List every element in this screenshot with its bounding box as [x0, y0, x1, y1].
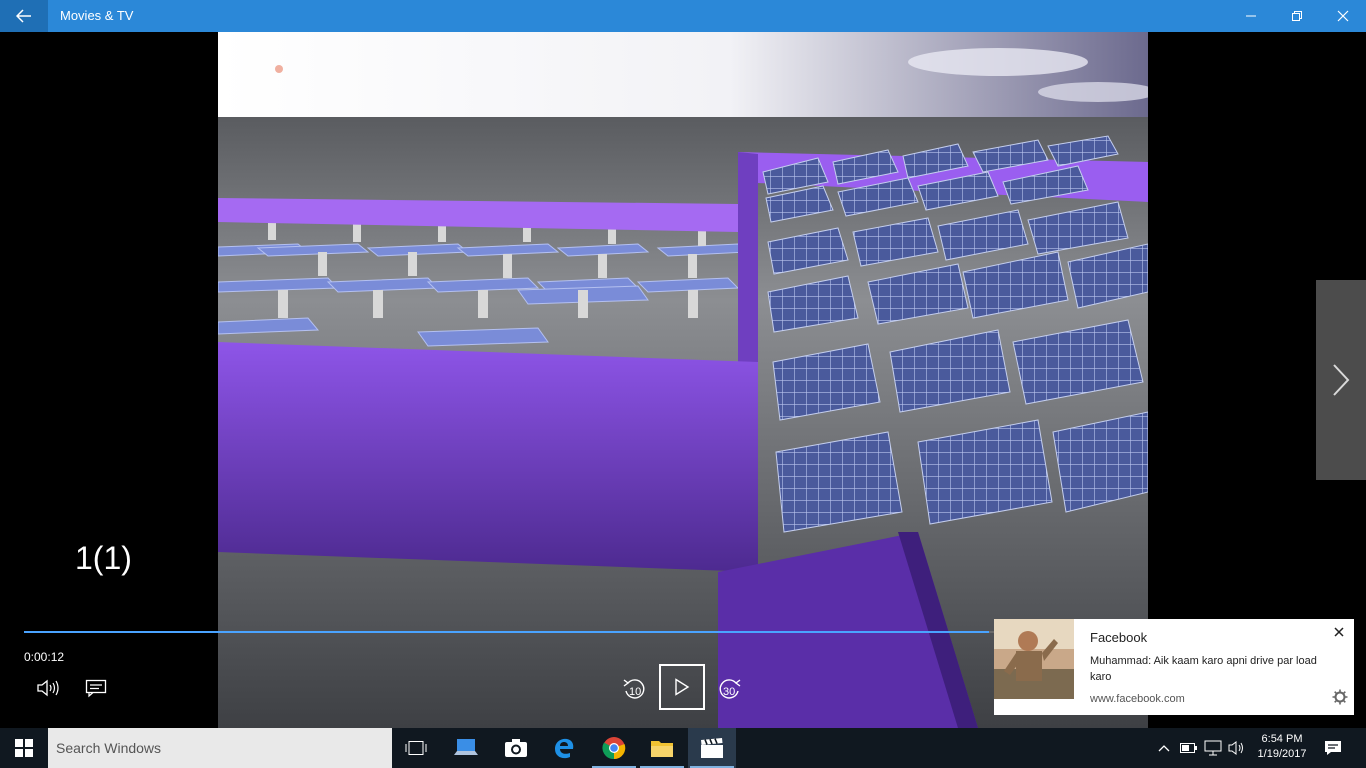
play-icon	[675, 678, 690, 696]
clock-time: 6:54 PM	[1261, 733, 1303, 745]
taskbar-app-movies-tv[interactable]	[688, 728, 736, 768]
volume-tray-button[interactable]	[1226, 728, 1248, 768]
notification-toast[interactable]: Facebook Muhammad: Aik kaam karo apni dr…	[994, 619, 1354, 715]
action-center-button[interactable]	[1318, 728, 1348, 768]
seek-progress	[24, 631, 989, 633]
search-box[interactable]: Search Windows	[48, 728, 392, 768]
action-center-icon	[1325, 741, 1341, 755]
volume-icon	[37, 679, 59, 697]
camera-icon	[505, 739, 527, 757]
task-view-icon	[405, 741, 427, 755]
skip-back-label: 10	[629, 686, 642, 698]
taskbar-app-file-explorer[interactable]	[638, 728, 686, 768]
network-tray-button[interactable]	[1202, 728, 1224, 768]
minimize-button[interactable]	[1228, 0, 1274, 32]
current-time: 0:00:12	[24, 650, 65, 664]
captions-button[interactable]	[82, 674, 110, 702]
search-placeholder: Search Windows	[56, 740, 162, 756]
battery-tray-button[interactable]	[1178, 728, 1200, 768]
skip-forward-button[interactable]: 30	[712, 672, 746, 706]
close-button[interactable]	[1320, 0, 1366, 32]
start-button[interactable]	[0, 728, 48, 768]
close-icon	[1334, 627, 1344, 637]
back-arrow-icon	[16, 9, 31, 23]
next-video-button[interactable]	[1316, 280, 1366, 480]
notification-settings-button[interactable]	[1332, 689, 1348, 710]
task-view-button[interactable]	[392, 728, 440, 768]
video-title: 1(1)	[75, 540, 132, 576]
chrome-icon	[602, 737, 626, 760]
chevron-right-icon	[1333, 364, 1350, 396]
restore-icon	[1292, 11, 1302, 21]
taskbar-app-chrome[interactable]	[590, 728, 638, 768]
folder-icon	[651, 741, 673, 757]
notification-source: www.facebook.com	[1090, 693, 1185, 705]
notification-avatar	[994, 619, 1074, 699]
laptop-icon	[454, 739, 478, 755]
chevron-up-icon	[1158, 745, 1170, 752]
back-button[interactable]	[0, 0, 48, 32]
show-hidden-icons-button[interactable]	[1154, 728, 1174, 768]
notification-close-button[interactable]	[1334, 625, 1344, 640]
close-icon	[1337, 10, 1349, 22]
taskbar-clock[interactable]: 6:54 PM 1/19/2017	[1250, 732, 1314, 762]
volume-button[interactable]	[34, 674, 62, 702]
notification-app-name: Facebook	[1090, 630, 1148, 645]
speaker-icon	[1228, 741, 1243, 755]
notification-message: Muhammad: Aik kaam karo apni drive par l…	[1090, 655, 1317, 683]
clapperboard-icon	[701, 738, 723, 758]
gear-icon	[1332, 689, 1348, 705]
skip-forward-label: 30	[723, 686, 736, 698]
clock-date: 1/19/2017	[1257, 748, 1307, 760]
title-bar: Movies & TV	[0, 0, 1366, 32]
taskbar-app-camera[interactable]	[492, 728, 540, 768]
play-button[interactable]	[659, 664, 705, 710]
captions-icon	[85, 679, 107, 698]
restore-button[interactable]	[1274, 0, 1320, 32]
windows-logo-icon	[15, 739, 33, 757]
network-icon	[1204, 740, 1222, 756]
taskbar-app-this-pc[interactable]	[442, 728, 490, 768]
app-title: Movies & TV	[60, 8, 134, 23]
taskbar: Search Windows 6:54 PM 1/19/2017	[0, 728, 1366, 768]
skip-back-button[interactable]: 10	[618, 672, 652, 706]
battery-icon	[1180, 743, 1197, 753]
taskbar-app-edge[interactable]	[540, 728, 588, 768]
minimize-icon	[1246, 15, 1256, 17]
edge-icon	[555, 738, 574, 759]
